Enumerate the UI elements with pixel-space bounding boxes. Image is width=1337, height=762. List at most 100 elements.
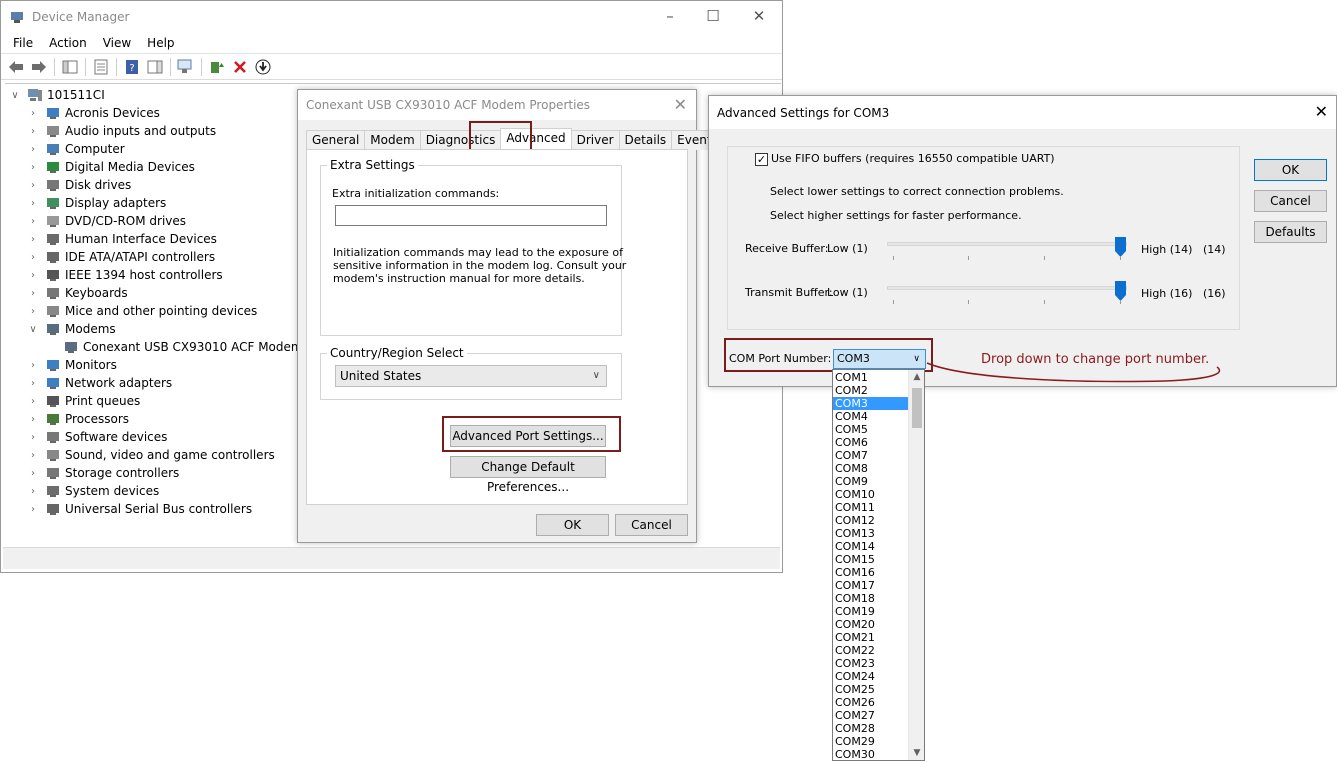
menu-view[interactable]: View — [95, 36, 139, 50]
tab-details[interactable]: Details — [618, 130, 673, 150]
expand-chevron-icon[interactable]: › — [27, 180, 39, 191]
scrollbar-thumb[interactable] — [912, 388, 922, 428]
expand-chevron-icon[interactable]: › — [27, 504, 39, 515]
com-port-option[interactable]: COM5 — [833, 423, 909, 436]
uninstall-icon[interactable] — [231, 58, 249, 76]
tab-driver[interactable]: Driver — [570, 130, 620, 150]
menu-action[interactable]: Action — [41, 36, 95, 50]
com-port-option[interactable]: COM22 — [833, 644, 909, 657]
back-icon[interactable] — [7, 58, 25, 76]
expand-chevron-icon[interactable]: › — [27, 360, 39, 371]
expand-chevron-icon[interactable]: › — [27, 288, 39, 299]
tree-category-item[interactable]: › Monitors — [27, 356, 117, 374]
com-port-option[interactable]: COM18 — [833, 592, 909, 605]
tree-category-item[interactable]: › Software devices — [27, 428, 167, 446]
com-port-option[interactable]: COM30 — [833, 748, 909, 760]
adv-defaults-button[interactable]: Defaults — [1254, 221, 1327, 243]
menu-help[interactable]: Help — [139, 36, 182, 50]
help-icon[interactable]: ? — [123, 58, 141, 76]
tree-device-item[interactable]: Conexant USB CX93010 ACF Modem — [45, 338, 303, 356]
com-port-option[interactable]: COM14 — [833, 540, 909, 553]
receive-buffer-slider[interactable] — [887, 242, 1127, 246]
extra-init-input[interactable] — [335, 205, 607, 226]
tree-category-item[interactable]: › Storage controllers — [27, 464, 179, 482]
action-pane-icon[interactable] — [146, 58, 164, 76]
props-ok-button[interactable]: OK — [536, 514, 609, 536]
scan-hardware-icon[interactable] — [177, 58, 195, 76]
tree-category-item[interactable]: › Processors — [27, 410, 129, 428]
expand-chevron-icon[interactable]: › — [27, 486, 39, 497]
com-port-option[interactable]: COM20 — [833, 618, 909, 631]
tree-category-item[interactable]: › IEEE 1394 host controllers — [27, 266, 223, 284]
com-port-option[interactable]: COM26 — [833, 696, 909, 709]
tree-category-item[interactable]: › Acronis Devices — [27, 104, 160, 122]
expand-chevron-icon[interactable]: › — [27, 126, 39, 137]
update-driver-icon[interactable] — [208, 58, 226, 76]
com-port-option[interactable]: COM3 — [833, 397, 909, 410]
scroll-up-icon[interactable]: ▲ — [909, 372, 924, 382]
tree-category-item[interactable]: › Network adapters — [27, 374, 172, 392]
expand-chevron-icon[interactable]: › — [27, 216, 39, 227]
tree-category-item[interactable]: › DVD/CD-ROM drives — [27, 212, 186, 230]
com-port-dropdown-list[interactable]: COM1 COM2 COM3 COM4 COM5 COM6 COM7 COM8 COM9 COM1… — [832, 369, 925, 761]
tree-category-item[interactable]: › Human Interface Devices — [27, 230, 217, 248]
com-port-option[interactable]: COM21 — [833, 631, 909, 644]
expand-chevron-icon[interactable]: › — [27, 306, 39, 317]
change-default-preferences-button[interactable]: Change Default Preferences... — [450, 456, 606, 494]
com-port-option[interactable]: COM16 — [833, 566, 909, 579]
com-port-option[interactable]: COM24 — [833, 670, 909, 683]
minimize-button[interactable]: – — [660, 7, 680, 25]
country-select[interactable]: United States ∨ — [335, 365, 607, 387]
com-port-option[interactable]: COM17 — [833, 579, 909, 592]
expand-chevron-icon[interactable]: › — [27, 396, 39, 407]
tree-category-item[interactable]: › Disk drives — [27, 176, 131, 194]
close-button[interactable]: ✕ — [749, 7, 769, 25]
forward-icon[interactable] — [30, 58, 48, 76]
expand-chevron-icon[interactable]: › — [27, 432, 39, 443]
scroll-down-icon[interactable]: ▼ — [909, 748, 924, 758]
tree-root[interactable]: ∨ 101511CI — [9, 86, 104, 104]
com-port-option[interactable]: COM28 — [833, 722, 909, 735]
com-port-option[interactable]: COM6 — [833, 436, 909, 449]
expand-chevron-icon[interactable]: › — [27, 378, 39, 389]
expand-chevron-icon[interactable]: › — [27, 270, 39, 281]
com-port-option[interactable]: COM23 — [833, 657, 909, 670]
tree-category-item[interactable]: › Computer — [27, 140, 125, 158]
com-port-option[interactable]: COM12 — [833, 514, 909, 527]
tree-category-item[interactable]: › Keyboards — [27, 284, 128, 302]
props-close-button[interactable]: ✕ — [674, 95, 687, 114]
expand-chevron-icon[interactable]: › — [27, 108, 39, 119]
maximize-button[interactable]: ☐ — [703, 7, 723, 25]
tree-category-item[interactable]: › Mice and other pointing devices — [27, 302, 257, 320]
expand-chevron-icon[interactable]: › — [27, 234, 39, 245]
com-port-option[interactable]: COM7 — [833, 449, 909, 462]
tree-category-item[interactable]: ∨ Modems — [27, 320, 115, 338]
properties-icon[interactable] — [92, 58, 110, 76]
com-port-option[interactable]: COM11 — [833, 501, 909, 514]
expand-chevron-icon[interactable]: › — [27, 144, 39, 155]
adv-close-button[interactable]: ✕ — [1315, 102, 1328, 121]
expand-chevron-icon[interactable]: › — [27, 414, 39, 425]
adv-ok-button[interactable]: OK — [1254, 159, 1327, 181]
download-icon[interactable] — [254, 58, 272, 76]
expand-chevron-icon[interactable]: › — [27, 450, 39, 461]
dropdown-scrollbar[interactable]: ▲ ▼ — [908, 370, 924, 760]
com-port-option[interactable]: COM8 — [833, 462, 909, 475]
tree-category-item[interactable]: › Universal Serial Bus controllers — [27, 500, 252, 518]
collapse-chevron-icon[interactable]: ∨ — [27, 324, 39, 335]
tree-category-item[interactable]: › Digital Media Devices — [27, 158, 195, 176]
com-port-option[interactable]: COM13 — [833, 527, 909, 540]
com-port-option[interactable]: COM29 — [833, 735, 909, 748]
tab-general[interactable]: General — [306, 130, 366, 150]
com-port-option[interactable]: COM10 — [833, 488, 909, 501]
expand-chevron-icon[interactable]: › — [27, 468, 39, 479]
com-port-option[interactable]: COM2 — [833, 384, 909, 397]
tree-category-item[interactable]: › Sound, video and game controllers — [27, 446, 275, 464]
com-port-option[interactable]: COM9 — [833, 475, 909, 488]
adv-cancel-button[interactable]: Cancel — [1254, 190, 1327, 212]
show-hide-tree-icon[interactable] — [61, 58, 79, 76]
com-port-option[interactable]: COM19 — [833, 605, 909, 618]
com-port-option[interactable]: COM27 — [833, 709, 909, 722]
com-port-option[interactable]: COM1 — [833, 371, 909, 384]
expand-chevron-icon[interactable]: › — [27, 162, 39, 173]
